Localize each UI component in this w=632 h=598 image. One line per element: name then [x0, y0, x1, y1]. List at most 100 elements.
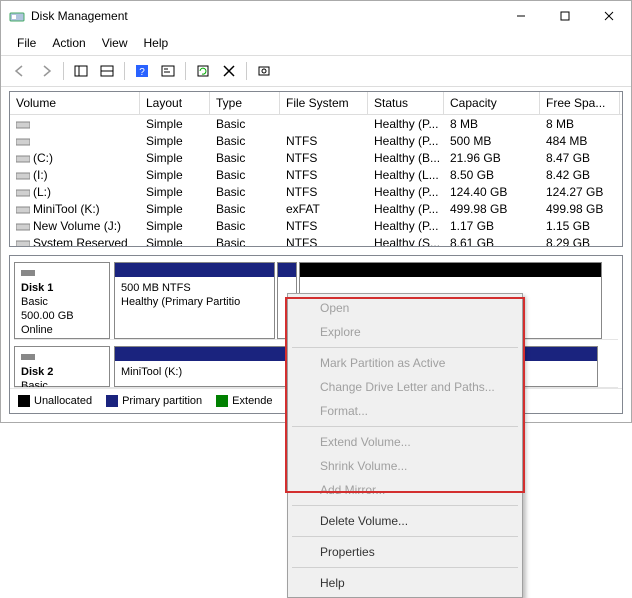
context-menu-item: Shrink Volume... [290, 454, 520, 478]
volume-row[interactable]: (C:)SimpleBasicNTFSHealthy (B...21.96 GB… [10, 149, 622, 166]
cell-free: 499.98 GB [540, 201, 620, 217]
partition[interactable]: 500 MB NTFSHealthy (Primary Partitio [114, 262, 275, 339]
app-icon [9, 8, 25, 24]
volume-row[interactable]: MiniTool (K:)SimpleBasicexFATHealthy (P.… [10, 200, 622, 217]
refresh-button[interactable] [192, 60, 214, 82]
context-menu-item[interactable]: Delete Volume... [290, 509, 520, 533]
show-hide-tree-button[interactable] [70, 60, 92, 82]
disk-size: 500.00 GB [21, 309, 103, 323]
help-button[interactable]: ? [131, 60, 153, 82]
context-menu-separator [292, 536, 518, 537]
volume-icon [16, 204, 30, 214]
volume-icon [16, 136, 30, 146]
volume-row[interactable]: New Volume (J:)SimpleBasicNTFSHealthy (P… [10, 217, 622, 234]
cell-volume: New Volume (J:) [10, 218, 140, 234]
col-type[interactable]: Type [210, 92, 280, 114]
cell-layout: Simple [140, 201, 210, 217]
cell-type: Basic [210, 116, 280, 132]
menu-action[interactable]: Action [44, 33, 93, 53]
partition-stripe [278, 263, 296, 277]
volume-row[interactable]: (L:)SimpleBasicNTFSHealthy (P...124.40 G… [10, 183, 622, 200]
cell-type: Basic [210, 235, 280, 248]
volume-icon [16, 119, 30, 129]
minimize-button[interactable] [499, 1, 543, 31]
context-menu-item[interactable]: Properties [290, 540, 520, 564]
cell-status: Healthy (L... [368, 167, 444, 183]
cell-free: 8.47 GB [540, 150, 620, 166]
close-button[interactable] [587, 1, 631, 31]
context-menu-separator [292, 505, 518, 506]
settings-button[interactable] [253, 60, 275, 82]
disk-icon [21, 351, 35, 365]
cell-layout: Simple [140, 116, 210, 132]
cell-capacity: 8.61 GB [444, 235, 540, 248]
svg-text:?: ? [139, 67, 145, 78]
cell-fs [280, 123, 368, 125]
cell-type: Basic [210, 167, 280, 183]
cell-volume: (I:) [10, 167, 140, 183]
back-button[interactable] [9, 60, 31, 82]
col-volume[interactable]: Volume [10, 92, 140, 114]
context-menu-separator [292, 567, 518, 568]
cell-capacity: 500 MB [444, 133, 540, 149]
cell-status: Healthy (P... [368, 133, 444, 149]
cell-type: Basic [210, 133, 280, 149]
cell-fs: NTFS [280, 218, 368, 234]
volume-icon [16, 153, 30, 163]
volume-icon [16, 187, 30, 197]
col-free-space[interactable]: Free Spa... [540, 92, 620, 114]
col-layout[interactable]: Layout [140, 92, 210, 114]
window-title: Disk Management [31, 9, 499, 23]
volume-row[interactable]: SimpleBasicHealthy (P...8 MB8 MB [10, 115, 622, 132]
menu-help[interactable]: Help [136, 33, 177, 53]
disk-label[interactable]: Disk 2 Basic [14, 346, 110, 387]
disk-icon [21, 267, 35, 281]
volume-list-header: Volume Layout Type File System Status Ca… [10, 92, 622, 115]
show-hide-list-button[interactable] [96, 60, 118, 82]
cell-fs: exFAT [280, 201, 368, 217]
partition-stripe [115, 263, 274, 277]
maximize-button[interactable] [543, 1, 587, 31]
console-button[interactable] [157, 60, 179, 82]
menubar: File Action View Help [1, 31, 631, 55]
cell-free: 1.15 GB [540, 218, 620, 234]
delete-button[interactable] [218, 60, 240, 82]
col-capacity[interactable]: Capacity [444, 92, 540, 114]
cell-volume: (C:) [10, 150, 140, 166]
volume-row[interactable]: System ReservedSimpleBasicNTFSHealthy (S… [10, 234, 622, 247]
context-menu-separator [292, 426, 518, 427]
volume-list-body: SimpleBasicHealthy (P...8 MB8 MBSimpleBa… [10, 115, 622, 247]
cell-fs: NTFS [280, 184, 368, 200]
cell-free: 124.27 GB [540, 184, 620, 200]
cell-capacity: 8 MB [444, 116, 540, 132]
disk-name: Disk 1 [21, 281, 103, 295]
cell-fs: NTFS [280, 133, 368, 149]
col-status[interactable]: Status [368, 92, 444, 114]
cell-layout: Simple [140, 235, 210, 248]
context-menu-item: Mark Partition as Active [290, 351, 520, 375]
menu-view[interactable]: View [94, 33, 136, 53]
disk-label[interactable]: Disk 1 Basic 500.00 GB Online [14, 262, 110, 339]
cell-volume: (L:) [10, 184, 140, 200]
cell-status: Healthy (P... [368, 201, 444, 217]
disk-type: Basic [21, 295, 103, 309]
volume-row[interactable]: (I:)SimpleBasicNTFSHealthy (L...8.50 GB8… [10, 166, 622, 183]
partition-line2: Healthy (Primary Partitio [121, 295, 268, 309]
volume-list[interactable]: Volume Layout Type File System Status Ca… [9, 91, 623, 247]
legend-swatch-primary [106, 395, 118, 407]
legend-item: Extende [216, 395, 272, 407]
menu-file[interactable]: File [9, 33, 44, 53]
context-menu-item: Add Mirror... [290, 478, 520, 502]
context-menu-separator [292, 347, 518, 348]
partition-stripe [300, 263, 600, 277]
cell-layout: Simple [140, 133, 210, 149]
forward-button[interactable] [35, 60, 57, 82]
volume-row[interactable]: SimpleBasicNTFSHealthy (P...500 MB484 MB [10, 132, 622, 149]
cell-volume [10, 133, 140, 149]
context-menu-item[interactable]: Help [290, 571, 520, 595]
cell-capacity: 8.50 GB [444, 167, 540, 183]
col-file-system[interactable]: File System [280, 92, 368, 114]
partition-body: 500 MB NTFSHealthy (Primary Partitio [115, 277, 274, 338]
context-menu: OpenExploreMark Partition as ActiveChang… [287, 293, 523, 598]
cell-type: Basic [210, 150, 280, 166]
